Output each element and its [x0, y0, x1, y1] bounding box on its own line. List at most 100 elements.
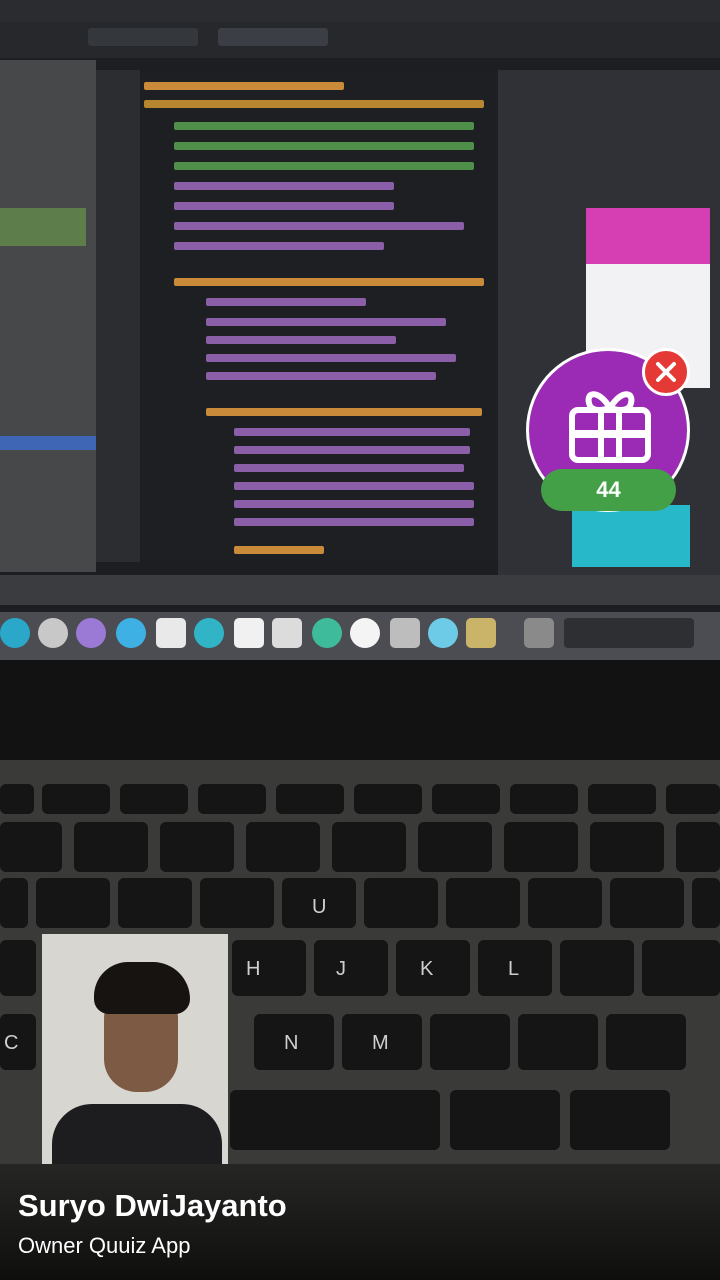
- video-project-highlight: [0, 208, 86, 246]
- video-menubar: [0, 0, 720, 22]
- video-code-line: [174, 278, 484, 286]
- video-key: [246, 822, 320, 872]
- video-key: [504, 822, 578, 872]
- video-code-line: [174, 202, 394, 210]
- video-key: [528, 878, 602, 928]
- camera-person-hair: [94, 962, 190, 1014]
- gift-count-badge: 44: [541, 469, 676, 511]
- video-dock-icon: [234, 618, 264, 648]
- video-code-line: [206, 408, 482, 416]
- video-dock-icon: [312, 618, 342, 648]
- video-dock-icon: [272, 618, 302, 648]
- video-code-line: [206, 354, 456, 362]
- video-code-line: [234, 464, 464, 472]
- video-dock-icon: [156, 618, 186, 648]
- video-key: [510, 784, 578, 814]
- video-code-line: [206, 372, 436, 380]
- video-key-legend: N: [284, 1032, 299, 1054]
- video-code-line: [174, 182, 394, 190]
- video-key: [606, 1014, 686, 1070]
- video-project-panel: [0, 60, 96, 572]
- video-key: [118, 878, 192, 928]
- video-dock-icon: [38, 618, 68, 648]
- video-key: [0, 822, 62, 872]
- video-key: [36, 878, 110, 928]
- video-code-line: [234, 428, 470, 436]
- live-stream-view: U H J K L C N M 44 Suryo DwiJayanto Owne…: [0, 0, 720, 1280]
- video-dock-icon: [116, 618, 146, 648]
- close-gift-button[interactable]: [642, 348, 690, 396]
- video-key-legend: U: [312, 896, 327, 918]
- video-key: [676, 822, 720, 872]
- video-key-legend: L: [508, 958, 520, 980]
- video-ide-tab: [218, 28, 328, 46]
- video-code-line: [234, 546, 324, 554]
- video-code-line: [144, 82, 344, 90]
- video-key: [160, 822, 234, 872]
- video-dock-icon: [390, 618, 420, 648]
- video-code-line: [174, 142, 474, 150]
- video-preview-header: [586, 208, 710, 264]
- video-key: [450, 1090, 560, 1150]
- video-key: [74, 822, 148, 872]
- video-dock-widget: [564, 618, 694, 648]
- video-code-editor: [140, 70, 498, 562]
- video-code-line: [234, 482, 474, 490]
- video-key: [42, 784, 110, 814]
- video-key: [230, 1090, 440, 1150]
- video-key-legend: H: [246, 958, 261, 980]
- video-key: [0, 940, 36, 996]
- video-code-line: [206, 298, 366, 306]
- video-line-gutter: [96, 70, 140, 562]
- video-dock-icon: [76, 618, 106, 648]
- video-preview-footer: [572, 505, 690, 567]
- video-code-line: [206, 318, 446, 326]
- video-key: [430, 1014, 510, 1070]
- video-key: [120, 784, 188, 814]
- video-dock-icon: [524, 618, 554, 648]
- video-key: [200, 878, 274, 928]
- video-dock-icon: [466, 618, 496, 648]
- video-key-legend: J: [336, 958, 346, 980]
- video-key: [418, 822, 492, 872]
- video-key: [0, 878, 28, 928]
- close-icon: [656, 362, 676, 382]
- video-key: [666, 784, 720, 814]
- video-key-legend: C: [4, 1032, 19, 1054]
- video-key: [588, 784, 656, 814]
- video-laptop-bezel: [0, 660, 720, 760]
- video-code-line: [234, 446, 470, 454]
- video-key: [432, 784, 500, 814]
- video-key: [364, 878, 438, 928]
- video-key: [692, 878, 720, 928]
- presenter-subtitle: Owner Quuiz App: [18, 1233, 191, 1258]
- video-key: [560, 940, 634, 996]
- video-key: [276, 784, 344, 814]
- video-code-line: [144, 100, 484, 108]
- video-key-legend: M: [372, 1032, 389, 1054]
- video-key: [332, 822, 406, 872]
- camera-preview[interactable]: [42, 934, 228, 1164]
- video-key: [518, 1014, 598, 1070]
- presenter-name: Suryo DwiJayanto: [18, 1188, 287, 1223]
- video-key: [232, 940, 306, 996]
- video-key: [590, 822, 664, 872]
- video-dock-icon: [428, 618, 458, 648]
- video-code-line: [174, 122, 474, 130]
- video-code-line: [174, 162, 474, 170]
- video-code-line: [206, 336, 396, 344]
- video-key-legend: K: [420, 958, 434, 980]
- video-key: [610, 878, 684, 928]
- video-key: [0, 784, 34, 814]
- video-ide-tab: [88, 28, 198, 46]
- camera-person-shirt: [52, 1104, 222, 1164]
- video-code-line: [234, 500, 474, 508]
- video-dock-icon: [350, 618, 380, 648]
- gift-box-icon: [569, 391, 651, 463]
- video-key: [642, 940, 720, 996]
- video-key: [354, 784, 422, 814]
- video-project-selection: [0, 436, 96, 450]
- video-dock-icon: [194, 618, 224, 648]
- video-code-line: [234, 518, 474, 526]
- video-code-line: [174, 242, 384, 250]
